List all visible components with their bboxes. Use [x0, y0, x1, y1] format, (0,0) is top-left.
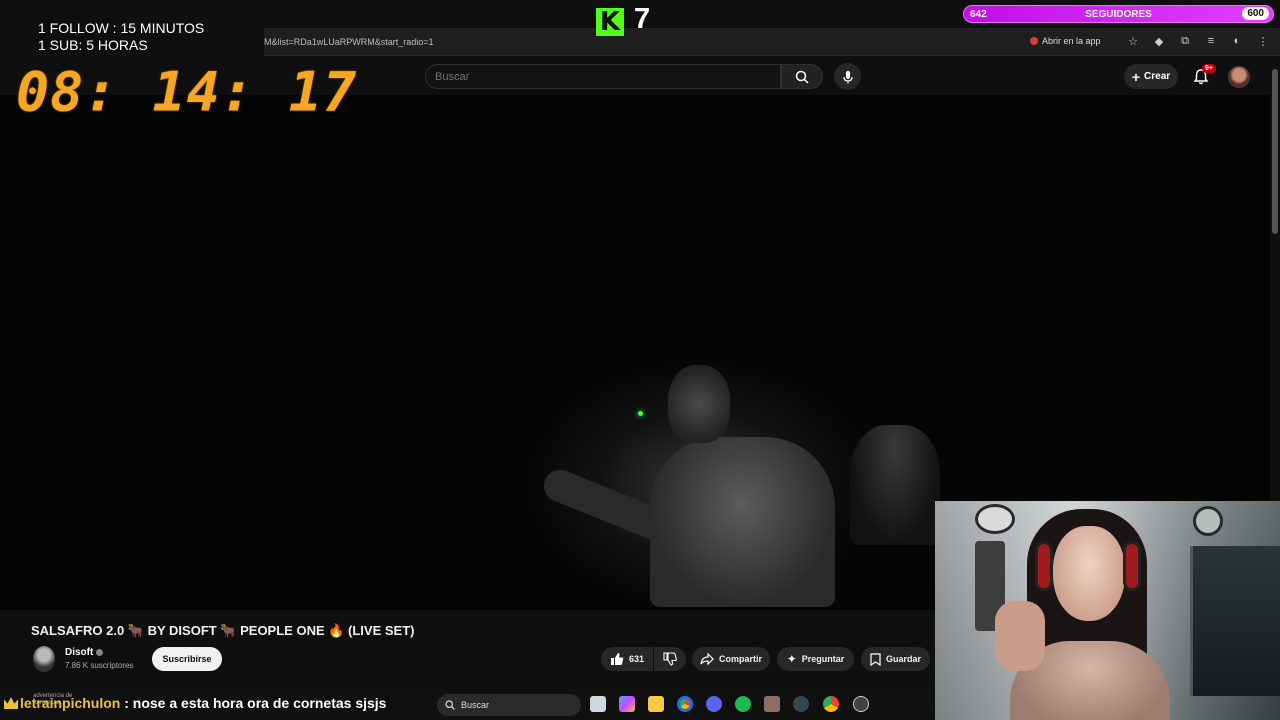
verified-icon	[96, 648, 104, 656]
headset-right-icon	[1123, 541, 1141, 591]
file-explorer-icon[interactable]	[590, 696, 606, 712]
puzzle-icon[interactable]: ⧉	[1178, 34, 1192, 48]
channel-subscribers: 7.86 K suscriptores	[65, 661, 134, 670]
open-in-app-label: Abrir en la app	[1042, 36, 1101, 46]
thumbs-up-icon	[610, 653, 624, 665]
sparkle-icon: ✦	[786, 652, 797, 666]
video-info: SALSAFRO 2.0 🐂 BY DISOFT 🐂 PEOPLE ONE 🔥 …	[0, 610, 935, 690]
channel-avatar[interactable]	[33, 646, 55, 672]
save-label: Guardar	[885, 654, 921, 664]
chrome-icon[interactable]	[677, 696, 693, 712]
bookmark-icon	[870, 652, 881, 666]
search-icon	[795, 70, 809, 84]
menu-dots-icon[interactable]: ⋮	[1256, 34, 1270, 48]
video-title: SALSAFRO 2.0 🐂 BY DISOFT 🐂 PEOPLE ONE 🔥 …	[31, 623, 415, 638]
share-label: Compartir	[718, 654, 762, 664]
webcam-window	[1190, 546, 1280, 696]
microphone-icon	[842, 70, 853, 83]
star-icon[interactable]: ☆	[1126, 34, 1140, 48]
chat-username: letrainpichulon	[20, 695, 121, 711]
taskbar: advertencia de tormentas letrainpichulon …	[0, 690, 935, 720]
taskbar-search-label: Buscar	[461, 700, 490, 710]
goal-target: 600	[1242, 7, 1269, 20]
channel-name-row[interactable]: Disoft	[65, 647, 104, 658]
dislike-button[interactable]	[654, 647, 686, 671]
streamer-face	[1053, 526, 1125, 621]
follow-rules: 1 FOLLOW : 15 MINUTOS 1 SUB: 5 HORAS	[38, 20, 204, 54]
chrome-profile-icon[interactable]	[823, 696, 839, 712]
goal-label: SEGUIDORES	[1085, 9, 1152, 20]
chat-separator: :	[120, 695, 133, 711]
follow-rule-line1: 1 FOLLOW : 15 MINUTOS	[38, 20, 205, 36]
streamer-hand	[995, 601, 1045, 671]
create-label: Crear	[1144, 71, 1171, 82]
like-count: 631	[628, 654, 645, 664]
share-button[interactable]: Compartir	[692, 647, 770, 671]
search-icon	[445, 700, 455, 710]
youtube-header: + Crear 9+	[264, 57, 1280, 95]
voice-search-button[interactable]	[834, 63, 861, 90]
kick-viewer-count: 7	[634, 3, 651, 35]
save-button[interactable]: Guardar	[861, 647, 930, 671]
discord-icon[interactable]	[706, 696, 722, 712]
dj-head	[668, 365, 730, 443]
search-input[interactable]	[426, 65, 780, 88]
search-button[interactable]	[781, 64, 823, 89]
taskbar-search[interactable]: Buscar	[437, 694, 581, 716]
background-person	[850, 425, 940, 545]
wall-mirror-2	[1193, 506, 1223, 536]
profile-icon[interactable]: ◐	[1230, 34, 1244, 48]
kick-logo-icon: K	[596, 7, 624, 37]
copilot-icon[interactable]	[619, 696, 635, 712]
spotify-icon[interactable]	[735, 696, 751, 712]
dj-body	[650, 437, 835, 607]
extension-diamond-icon[interactable]: ◆	[1152, 34, 1166, 48]
follower-goal-bar: 642 SEGUIDORES 600	[963, 5, 1274, 23]
create-button[interactable]: + Crear	[1124, 64, 1178, 89]
channel-name[interactable]: Disoft	[65, 647, 93, 658]
subscribe-button[interactable]: Suscribirse	[152, 647, 222, 671]
headset-left-icon	[1035, 541, 1053, 591]
green-light	[638, 411, 643, 416]
plus-icon: +	[1131, 68, 1141, 85]
crown-badge-icon	[4, 697, 18, 709]
search-box[interactable]	[425, 64, 781, 89]
notification-badge: 9+	[1202, 64, 1216, 73]
account-avatar[interactable]	[1228, 66, 1250, 88]
media-player-icon[interactable]	[853, 696, 869, 712]
chat-message: letrainpichulon : nose a esta hora ora d…	[4, 695, 386, 711]
follow-rule-line2: 1 SUB: 5 HORAS	[38, 37, 148, 53]
ask-label: Preguntar	[801, 654, 845, 664]
media-icon[interactable]: ≡	[1204, 34, 1218, 48]
webcam-feed	[935, 501, 1280, 720]
like-button[interactable]: 631	[601, 647, 653, 671]
youtube-icon	[1030, 37, 1038, 45]
ask-button[interactable]: ✦ Preguntar	[777, 647, 854, 671]
open-in-app-button[interactable]: Abrir en la app	[1030, 36, 1101, 46]
steam-icon[interactable]	[793, 696, 809, 712]
folder-icon[interactable]	[648, 696, 664, 712]
url-text[interactable]: M&list=RDa1wLUaRPWRM&start_radio=1	[264, 37, 434, 47]
wall-mirror	[975, 504, 1015, 534]
app-icon[interactable]	[764, 696, 780, 712]
subathon-timer: 08: 14: 17	[16, 60, 358, 124]
share-icon	[700, 653, 714, 665]
scrollbar-thumb[interactable]	[1272, 69, 1278, 234]
browser-address-bar[interactable]: M&list=RDa1wLUaRPWRM&start_radio=1 Abrir…	[264, 28, 1280, 56]
browser-toolbar-icons: ☆ ◆ ⧉ ≡ ◐ ⋮	[1126, 34, 1270, 48]
thumbs-down-icon	[663, 652, 677, 666]
chat-text: nose a esta hora ora de cornetas sjsjs	[132, 695, 387, 711]
